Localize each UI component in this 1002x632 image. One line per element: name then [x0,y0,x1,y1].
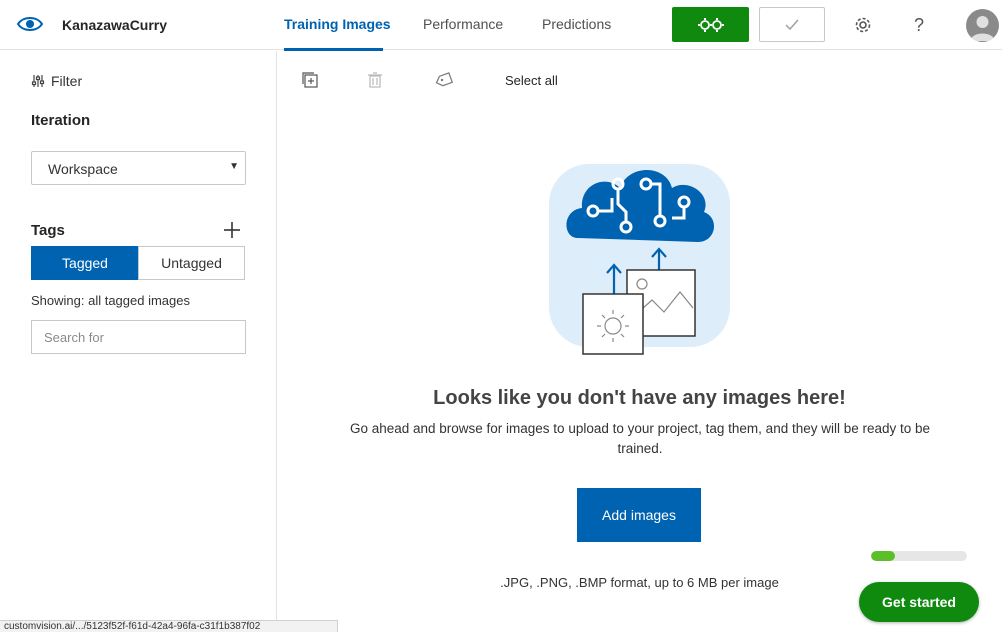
project-name[interactable]: KanazawaCurry [62,17,167,33]
avatar[interactable] [966,9,999,42]
help-button[interactable]: ? [908,14,930,36]
untagged-toggle[interactable]: Untagged [138,246,245,280]
cloud-upload-illustration [549,164,730,355]
tag-search-input[interactable] [31,320,246,354]
iteration-title: Iteration [31,112,91,129]
onboarding-progress-bar [871,551,967,561]
add-tag-plus-icon[interactable] [222,220,242,240]
tags-title: Tags [31,222,65,239]
sidebar: Filter Iteration Workspace ▼ Tags Tagged… [0,51,277,632]
empty-state-description: Go ahead and browse for images to upload… [349,421,931,456]
iteration-selected: Workspace [48,161,118,177]
iteration-dropdown[interactable]: Workspace ▼ [31,151,246,185]
tab-training-images[interactable]: Training Images [284,16,391,32]
check-icon [785,19,799,30]
tagged-toggle[interactable]: Tagged [31,246,139,280]
filter-sliders-icon [31,75,45,87]
showing-status: Showing: all tagged images [31,293,190,308]
tag-icon[interactable] [434,71,454,89]
settings-button[interactable] [852,14,874,36]
filter-button[interactable]: Filter [31,73,82,89]
active-tab-indicator [284,48,383,51]
filter-label: Filter [51,73,83,89]
gear-icon [855,17,871,33]
onboarding-progress-fill [871,551,895,561]
tab-predictions[interactable]: Predictions [542,16,611,32]
gears-icon [697,17,724,32]
add-image-icon[interactable] [301,71,319,89]
status-bar-url: customvision.ai/.../5123f52f-f61d-42a4-9… [0,620,338,632]
trash-icon[interactable] [366,71,384,89]
eye-logo-icon[interactable] [16,12,44,36]
train-button[interactable] [672,7,749,42]
user-icon [970,16,995,41]
tab-performance[interactable]: Performance [423,16,503,32]
empty-state-title: Looks like you don't have any images her… [433,387,846,409]
quick-test-button[interactable] [759,7,825,42]
add-images-button[interactable]: Add images [577,488,701,542]
get-started-button[interactable]: Get started [859,582,979,622]
caret-down-icon: ▼ [229,161,239,172]
select-all-button[interactable]: Select all [505,73,558,88]
top-bar: KanazawaCurry Training Images Performanc… [0,0,1002,51]
